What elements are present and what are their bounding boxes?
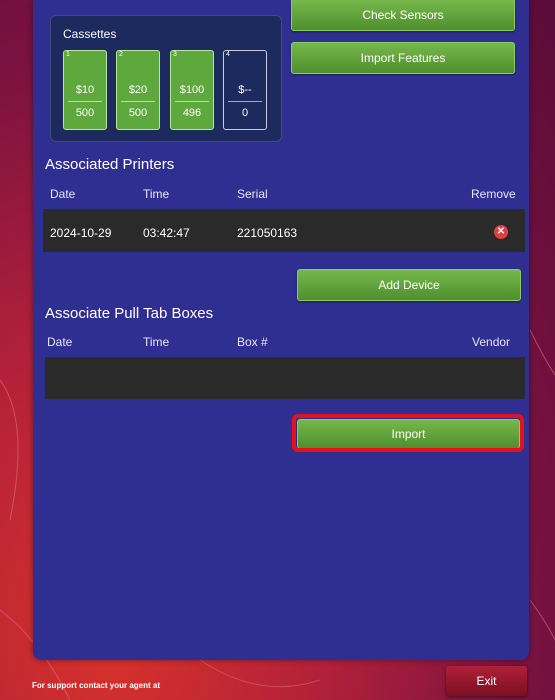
cassette-value: $-- [238, 84, 252, 96]
cassette-3: 3 $100 496 [170, 50, 214, 130]
cassette-value: $100 [179, 84, 205, 96]
printer-time: 03:42:47 [143, 226, 190, 240]
cassette-number: 1 [66, 51, 70, 58]
add-device-button[interactable]: Add Device [297, 269, 521, 301]
cassette-number: 4 [226, 51, 230, 58]
pull-tab-boxes-title: Associate Pull Tab Boxes [45, 305, 214, 322]
pulltab-header-date: Date [47, 335, 73, 349]
printers-table: 2024-10-29 03:42:47 221050163 ✕ [43, 209, 525, 252]
check-sensors-button[interactable]: Check Sensors [291, 0, 515, 31]
main-panel: Cassettes 1 $10 500 2 $20 500 3 $100 496… [33, 0, 529, 660]
table-row[interactable]: 2024-10-29 03:42:47 221050163 ✕ [43, 209, 525, 252]
cassette-divider [121, 101, 155, 102]
cassettes-box: Cassettes 1 $10 500 2 $20 500 3 $100 496… [50, 15, 282, 142]
cassette-number: 3 [173, 51, 177, 58]
cassette-divider [175, 101, 209, 102]
associated-printers-title: Associated Printers [45, 156, 175, 173]
cassette-divider [228, 101, 262, 102]
cassette-divider [68, 101, 102, 102]
remove-icon[interactable]: ✕ [494, 225, 508, 239]
printers-header-remove: Remove [471, 187, 516, 201]
pulltab-header-box: Box # [237, 335, 268, 349]
import-highlight [292, 414, 524, 452]
cassette-2: 2 $20 500 [116, 50, 160, 130]
cassette-1: 1 $10 500 [63, 50, 107, 130]
printer-date: 2024-10-29 [50, 226, 112, 240]
printer-serial: 221050163 [237, 226, 298, 240]
cassettes-title: Cassettes [63, 27, 117, 41]
cassette-count: 500 [128, 107, 148, 119]
cassette-value: $20 [128, 84, 148, 96]
printers-header-time: Time [143, 187, 170, 201]
cassette-4: 4 $-- 0 [223, 50, 267, 130]
cassette-value: $10 [75, 84, 95, 96]
cassette-number: 2 [119, 51, 123, 58]
printers-header-date: Date [50, 187, 76, 201]
import-features-button[interactable]: Import Features [291, 42, 515, 74]
pulltab-table [45, 357, 525, 399]
pulltab-header-vendor: Vendor [472, 335, 511, 349]
pulltab-header-time: Time [143, 335, 170, 349]
cassette-count: 496 [182, 107, 202, 119]
cassette-count: 0 [241, 107, 249, 119]
printers-header-serial: Serial [237, 187, 268, 201]
cassette-count: 500 [75, 107, 95, 119]
support-text: For support contact your agent at [32, 681, 161, 690]
exit-button[interactable]: Exit [446, 666, 527, 696]
